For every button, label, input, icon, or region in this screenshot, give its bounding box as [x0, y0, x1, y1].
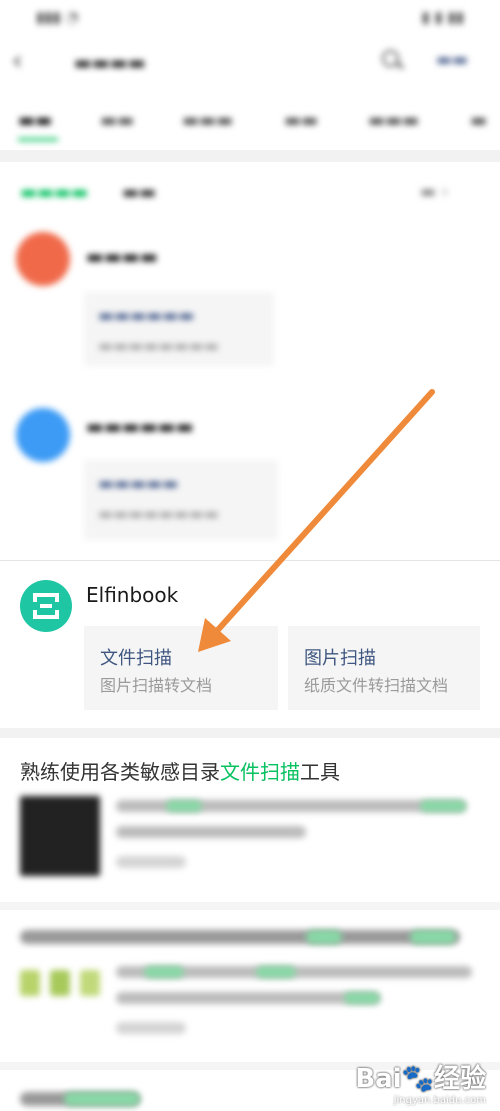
back-icon[interactable]: ‹	[12, 46, 22, 76]
watermark-logo-text: Bai🐾经验	[355, 1064, 486, 1094]
separator	[0, 902, 500, 910]
section-more-button[interactable]: ▬ ›	[420, 182, 448, 202]
article-snippet-line	[116, 826, 306, 838]
image-scan-subtitle: 纸质文件转扫描文档	[304, 676, 449, 695]
status-right: ▮ ▮ ▮▮	[421, 8, 464, 26]
tab-underline	[18, 138, 58, 141]
status-left: ▮▮▮ ◔	[36, 8, 79, 26]
article-title[interactable]: 熟练使用各类敏感目录文件扫描工具	[20, 756, 340, 785]
tab-6[interactable]: ▬	[470, 110, 487, 131]
app-card-2-sub: ▬▬▬▬▬▬▬▬	[98, 504, 219, 523]
status-bar: ▮▮▮ ◔ ▮ ▮ ▮▮	[0, 0, 500, 34]
article-snippet-highlight	[256, 966, 296, 978]
app-card-2[interactable]: ▬▬▬▬▬ ▬▬▬▬▬▬▬▬	[84, 460, 278, 540]
article-thumbnail[interactable]	[20, 796, 100, 876]
annotation-arrow	[198, 389, 435, 652]
article-snippet-highlight	[344, 992, 380, 1004]
mini-program-name: Elfinbook	[86, 583, 179, 607]
article-source	[116, 1022, 186, 1034]
article-2-title[interactable]	[20, 930, 460, 944]
image-scan-card[interactable]: 图片扫描 纸质文件转扫描文档	[288, 626, 480, 710]
app-card-1[interactable]: ▬▬▬▬▬▬ ▬▬▬▬▬▬▬▬	[84, 292, 274, 366]
article-snippet-highlight	[166, 800, 202, 812]
app-card-1-sub: ▬▬▬▬▬▬▬▬	[98, 336, 219, 355]
app-name-2: ▬▬▬▬▬▬	[86, 416, 194, 438]
app-icon-red[interactable]	[16, 232, 70, 286]
article-2-thumbnail[interactable]	[20, 966, 100, 1002]
image-scan-title: 图片扫描	[304, 648, 376, 669]
article-title-suffix: 工具	[300, 760, 340, 784]
section-title-green: ▬▬▬▬	[20, 182, 89, 203]
file-scan-title: 文件扫描	[100, 648, 172, 669]
tab-2[interactable]: ▬▬	[100, 110, 134, 131]
article-source	[116, 856, 186, 868]
file-scan-card[interactable]: 文件扫描 图片扫描转文档	[84, 626, 278, 710]
divider	[0, 560, 500, 561]
search-icon[interactable]	[380, 48, 404, 72]
header: ‹ ▬▬▬▬ ▬▬	[0, 38, 500, 90]
section-header: ▬▬▬▬ ▬▬ ▬ ›	[0, 172, 500, 218]
separator	[0, 150, 500, 162]
app-icon-blue[interactable]	[16, 408, 70, 462]
section-title-rest: ▬▬	[122, 182, 157, 203]
article-snippet-highlight	[420, 800, 466, 812]
header-action-button[interactable]: ▬▬	[436, 50, 468, 70]
scan-frame-icon[interactable]	[20, 580, 72, 632]
article-2-highlight	[410, 930, 456, 944]
app-card-1-title: ▬▬▬▬▬▬	[98, 306, 195, 326]
article-2-highlight	[306, 930, 342, 944]
app-name-1: ▬▬▬▬	[86, 246, 158, 268]
app-card-2-title: ▬▬▬▬▬	[98, 474, 179, 494]
article-3-highlight	[64, 1092, 140, 1106]
article-title-highlight: 文件扫描	[220, 760, 300, 784]
separator	[0, 728, 500, 738]
page-title: ▬▬▬▬	[74, 52, 146, 74]
tab-all[interactable]: ▬▬	[18, 110, 52, 131]
tab-5[interactable]: ▬▬▬	[368, 110, 419, 131]
watermark-logo: Bai🐾经验 jingyan.baidu.com	[355, 1058, 486, 1106]
tab-3[interactable]: ▬▬▬	[182, 110, 233, 131]
watermark-logo-url: jingyan.baidu.com	[393, 1095, 486, 1106]
article-snippet-highlight	[144, 966, 184, 978]
article-title-prefix: 熟练使用各类敏感目录	[20, 760, 220, 784]
article-snippet-line	[116, 992, 380, 1004]
tab-4[interactable]: ▬▬	[284, 110, 318, 131]
tab-bar: ▬▬ ▬▬ ▬▬▬ ▬▬ ▬▬▬ ▬	[0, 100, 500, 144]
file-scan-subtitle: 图片扫描转文档	[100, 676, 213, 695]
